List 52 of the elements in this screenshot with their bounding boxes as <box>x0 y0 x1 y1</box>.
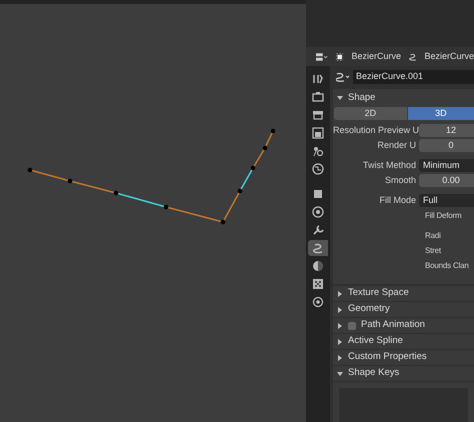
option-label: Bounds Clan <box>425 260 469 272</box>
property-label: Twist Method <box>362 158 416 172</box>
editor-type-icon[interactable] <box>316 52 328 62</box>
property-label: Render U <box>376 138 416 152</box>
dimension-toggle[interactable]: 3D <box>408 107 474 120</box>
square-icon <box>311 187 325 201</box>
panel-title[interactable]: Path Animation <box>361 318 425 333</box>
option-label: Radi <box>425 230 441 242</box>
curve-icon[interactable] <box>336 72 350 82</box>
curve-icon <box>408 52 416 62</box>
tool-icon <box>311 72 325 86</box>
checkbox[interactable] <box>348 322 356 330</box>
curve-icon <box>311 241 325 255</box>
collapsed-arrow-icon[interactable] <box>337 354 343 360</box>
properties-tab[interactable] <box>308 240 328 256</box>
panel-title[interactable]: Shape Keys <box>348 366 400 381</box>
camera-icon <box>311 90 325 104</box>
number-field[interactable]: 12 <box>419 124 474 137</box>
panel-title[interactable]: Active Spline <box>348 334 403 349</box>
object-icon <box>336 52 344 62</box>
scene-icon <box>311 144 325 158</box>
panel-title[interactable]: Custom Properties <box>348 350 427 365</box>
image-icon <box>311 126 325 140</box>
target-icon <box>311 295 325 309</box>
dimension-toggle[interactable]: 2D <box>334 107 407 120</box>
panel-title[interactable]: Texture Space <box>348 286 409 301</box>
wrench-icon <box>311 223 325 237</box>
property-label: Smooth <box>384 174 416 187</box>
option-label: Stret <box>425 244 441 256</box>
printer-icon <box>311 108 325 122</box>
expanded-arrow-icon[interactable] <box>337 370 343 376</box>
dropdown-field[interactable]: Minimum <box>419 159 474 172</box>
ring-icon <box>311 205 325 219</box>
globe-icon <box>311 162 325 176</box>
option-label: Fill Deform <box>425 210 462 222</box>
checker-icon <box>311 277 325 291</box>
object-name[interactable]: BezierCurve <box>351 50 401 64</box>
sphere-icon <box>311 259 325 273</box>
datablock-field[interactable]: BezierCurve.001 <box>353 70 474 84</box>
collapsed-arrow-icon[interactable] <box>337 290 343 296</box>
collapsed-arrow-icon[interactable] <box>337 306 343 312</box>
collapsed-arrow-icon[interactable] <box>337 338 343 344</box>
property-label: Fill Mode <box>378 194 416 207</box>
panel-title[interactable]: Shape <box>348 90 376 106</box>
collapsed-arrow-icon[interactable] <box>337 322 343 328</box>
expanded-arrow-icon[interactable] <box>337 95 343 101</box>
number-field[interactable]: 0.00 <box>419 174 474 187</box>
dropdown-field[interactable]: Full <box>419 194 474 207</box>
number-field[interactable]: 0 <box>419 139 474 152</box>
property-label: Resolution Preview U <box>333 124 416 137</box>
panel-title[interactable]: Geometry <box>348 302 390 317</box>
data-name-label[interactable]: BezierCurve <box>424 50 474 64</box>
